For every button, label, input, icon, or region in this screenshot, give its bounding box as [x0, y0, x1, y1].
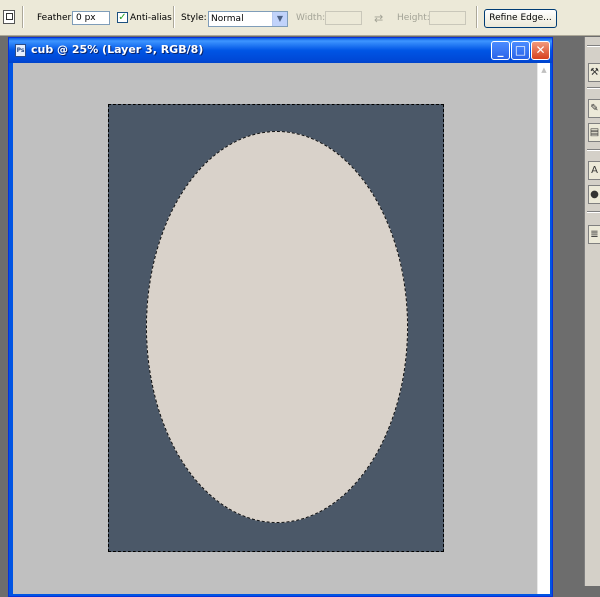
swap-icon: ⇄ — [374, 12, 384, 25]
document-window: Ps cub @ 25% (Layer 3, RGB/8) _ □ ✕ ▲ — [8, 37, 553, 597]
style-label: Style: — [181, 13, 207, 23]
maximize-button[interactable]: □ — [511, 41, 530, 60]
vertical-scrollbar[interactable]: ▲ — [537, 63, 550, 594]
separator — [476, 6, 478, 28]
window-title: cub @ 25% (Layer 3, RGB/8) — [31, 43, 204, 56]
height-label: Height: — [397, 13, 430, 23]
panel-divider — [587, 211, 600, 213]
style-select[interactable]: Normal ▼ — [208, 11, 288, 27]
style-select-value: Normal — [211, 14, 244, 24]
panel-dock: ⚒ ✎ ▤ A ● ≣ — [584, 37, 600, 586]
antialias-label: Anti-alias — [130, 13, 172, 23]
feather-input[interactable]: 0 px — [72, 11, 110, 25]
width-label: Width: — [296, 13, 326, 23]
height-input — [429, 11, 466, 25]
window-titlebar[interactable]: Ps cub @ 25% (Layer 3, RGB/8) _ □ ✕ — [9, 38, 552, 63]
minimize-button[interactable]: _ — [491, 41, 510, 60]
paragraph-icon[interactable]: ≣ — [588, 225, 600, 244]
chevron-down-icon[interactable]: ▼ — [272, 12, 287, 26]
tool-icon[interactable]: ⚒ — [588, 63, 600, 82]
brush-icon[interactable]: ✎ — [588, 99, 600, 118]
pasteboard: ▲ — [13, 63, 550, 594]
paint-icon[interactable]: ● — [588, 185, 600, 204]
tool-preset-icon[interactable] — [3, 10, 15, 24]
antialias-checkbox[interactable]: ✓ — [117, 12, 128, 23]
panel-divider — [587, 45, 600, 47]
type-icon[interactable]: A — [588, 161, 600, 180]
panel-divider — [587, 149, 600, 151]
scroll-up-icon[interactable]: ▲ — [539, 65, 549, 75]
separator — [22, 6, 24, 28]
oval-selection-shape — [146, 131, 408, 523]
feather-label: Feather: — [37, 13, 75, 23]
refine-edge-button[interactable]: Refine Edge... — [484, 9, 557, 28]
options-bar: Feather: 0 px ✓ Anti-alias Style: Normal… — [0, 0, 600, 36]
close-button[interactable]: ✕ — [531, 41, 550, 60]
separator — [173, 6, 175, 28]
photoshop-doc-icon: Ps — [15, 44, 26, 57]
layers-icon[interactable]: ▤ — [588, 123, 600, 142]
panel-divider — [587, 87, 600, 89]
width-input — [325, 11, 362, 25]
canvas[interactable] — [108, 104, 444, 552]
